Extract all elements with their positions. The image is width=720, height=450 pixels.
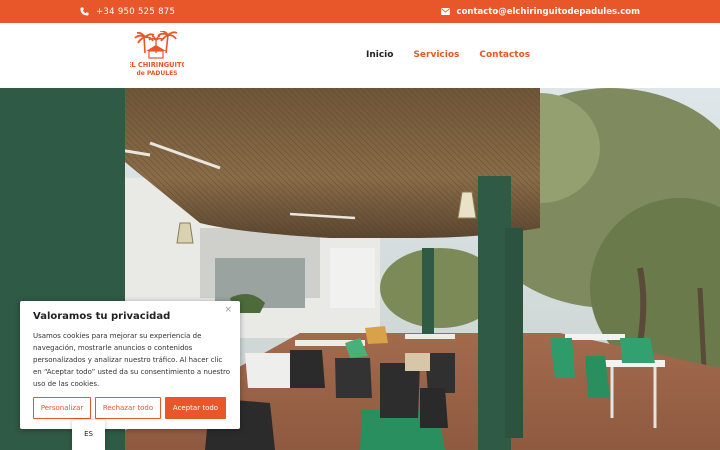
cookie-text: Usamos cookies para mejorar su experienc…	[33, 332, 231, 388]
cookie-title: Valoramos tu privacidad	[33, 311, 171, 322]
envelope-icon	[440, 8, 450, 15]
top-contact-bar: +34 950 525 875 contacto@elchiringuitode…	[0, 0, 720, 23]
close-icon[interactable]: ×	[224, 305, 232, 315]
email-address: contacto@elchiringuitodepadules.com	[456, 6, 640, 17]
nav-item-contactos[interactable]: Contactos	[479, 50, 530, 60]
logo-line-2: de PADULES	[136, 70, 177, 77]
site-header: EL CHIRINGUITO de PADULES Inicio Servici…	[0, 23, 720, 88]
nav-item-servicios[interactable]: Servicios	[413, 50, 459, 60]
logo-line-1: EL CHIRINGUITO	[130, 61, 184, 69]
customize-button[interactable]: Personalizar	[33, 397, 91, 419]
email-link[interactable]: contacto@elchiringuitodepadules.com	[440, 0, 640, 23]
cookie-consent-dialog: × Valoramos tu privacidad Usamos cookies…	[20, 301, 240, 429]
phone-link[interactable]: +34 950 525 875	[80, 0, 175, 23]
main-nav: Inicio Servicios Contactos	[366, 50, 530, 60]
language-switcher[interactable]: ES	[72, 420, 105, 450]
accept-all-button[interactable]: Aceptar todo	[165, 397, 226, 419]
phone-number: +34 950 525 875	[96, 6, 176, 17]
site-logo[interactable]: EL CHIRINGUITO de PADULES	[130, 31, 184, 81]
nav-item-inicio[interactable]: Inicio	[366, 50, 393, 60]
reject-all-button[interactable]: Rechazar todo	[95, 397, 161, 419]
phone-icon	[80, 7, 89, 16]
